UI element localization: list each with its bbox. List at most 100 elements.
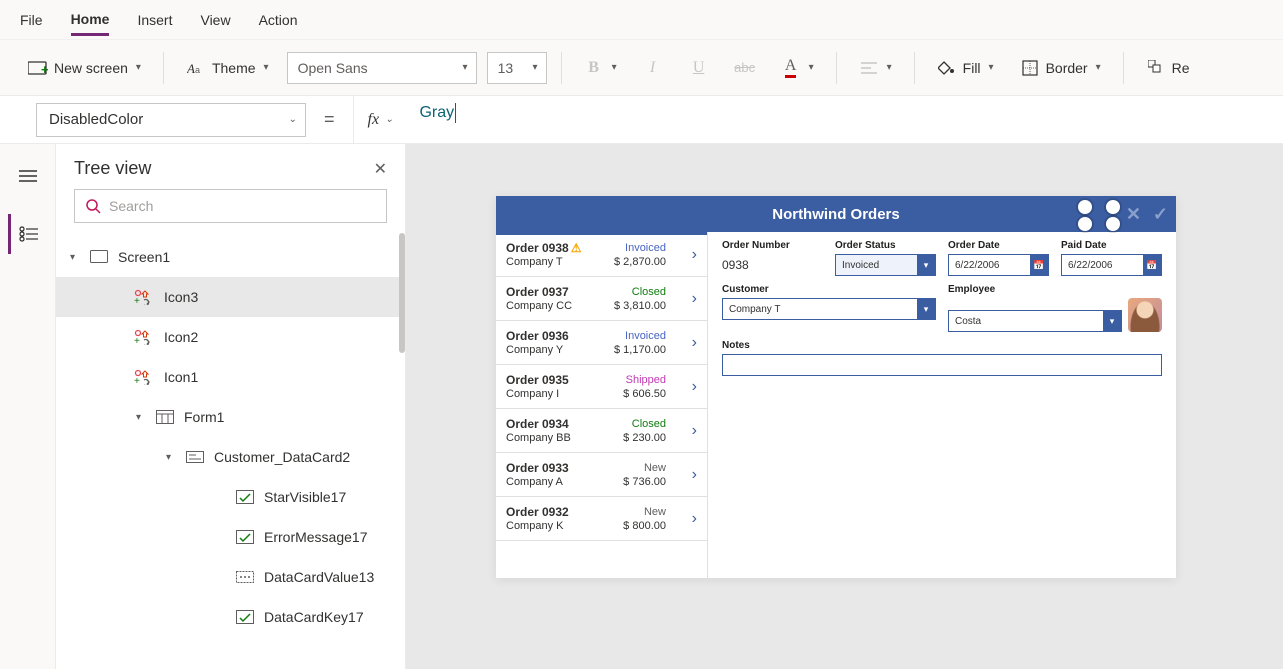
fill-button[interactable]: Fill ▾ xyxy=(929,54,1002,82)
order-status: New xyxy=(644,462,666,474)
border-icon xyxy=(1020,58,1040,78)
tree-item-errormessage17[interactable]: ErrorMessage17 xyxy=(56,517,405,557)
paid-date-input[interactable]: 6/22/2006📅 xyxy=(1061,254,1162,276)
hamburger-button[interactable] xyxy=(8,156,48,196)
chevron-right-icon: › xyxy=(692,378,697,396)
tree-item-datacardvalue13[interactable]: DataCardValue13 xyxy=(56,557,405,597)
formula-value: Gray xyxy=(419,104,454,121)
ribbon: + New screen ▾ Aa Theme ▾ Open Sans ▾ 13… xyxy=(0,40,1283,96)
strikethrough-button[interactable]: abc xyxy=(727,54,763,82)
order-item[interactable]: Order 0936InvoicedCompany Y$ 1,170.00› xyxy=(496,321,707,365)
caret-icon: ▾ xyxy=(136,412,146,423)
menu-view[interactable]: View xyxy=(200,4,230,36)
employee-avatar xyxy=(1128,298,1162,332)
formula-input[interactable]: Gray xyxy=(405,103,1283,137)
order-company: Company CC xyxy=(506,300,572,312)
close-icon[interactable]: ✕ xyxy=(374,159,387,179)
order-title: Order 0934 xyxy=(506,417,569,431)
tree-item-datacardkey17[interactable]: DataCardKey17 xyxy=(56,597,405,637)
reorder-label: Re xyxy=(1172,60,1190,76)
chevron-down-icon: ⌄ xyxy=(385,114,393,125)
tree-item-label: Icon3 xyxy=(164,289,198,305)
order-company: Company I xyxy=(506,388,559,400)
tree-panel-title: Tree view xyxy=(74,158,151,179)
font-value: Open Sans xyxy=(298,60,368,76)
tree-item-icon1[interactable]: +Icon1 xyxy=(56,357,405,397)
italic-button[interactable]: I xyxy=(635,54,671,82)
screen-icon xyxy=(88,250,110,264)
align-button[interactable]: ▾ xyxy=(851,54,900,82)
order-date-input[interactable]: 6/22/2006📅 xyxy=(948,254,1049,276)
svg-text:+: + xyxy=(134,296,140,305)
customer-select[interactable]: Company T▾ xyxy=(722,298,936,320)
order-status-select[interactable]: Invoiced▾ xyxy=(835,254,936,276)
toggle-icon xyxy=(234,530,256,544)
check-icon[interactable]: ✓ xyxy=(1153,204,1168,225)
chevron-down-icon: ▾ xyxy=(533,62,538,73)
svg-text:a: a xyxy=(195,65,200,75)
icongroup-icon: + xyxy=(134,289,156,305)
tree-item-screen1[interactable]: ▾Screen1 xyxy=(56,237,405,277)
bold-button[interactable]: B▾ xyxy=(576,54,625,82)
separator xyxy=(836,52,837,84)
border-button[interactable]: Border ▾ xyxy=(1012,54,1109,82)
menu-action[interactable]: Action xyxy=(259,4,298,36)
chevron-down-icon: ▾ xyxy=(264,62,269,73)
chevron-down-icon: ▾ xyxy=(463,62,468,73)
order-amount: $ 736.00 xyxy=(623,476,666,488)
chevron-down-icon: ▾ xyxy=(887,62,892,73)
order-list[interactable]: Order 0938⚠InvoicedCompany T$ 2,870.00›O… xyxy=(496,232,708,578)
order-item[interactable]: Order 0934ClosedCompany BB$ 230.00› xyxy=(496,409,707,453)
form-icon xyxy=(154,410,176,424)
order-item[interactable]: Order 0935ShippedCompany I$ 606.50› xyxy=(496,365,707,409)
font-color-button[interactable]: A▾ xyxy=(773,54,822,82)
tree-item-customer_datacard2[interactable]: ▾Customer_DataCard2 xyxy=(56,437,405,477)
tree-item-label: Form1 xyxy=(184,409,224,425)
fx-text: fx xyxy=(368,111,380,129)
tree-item-icon3[interactable]: + Icon3 xyxy=(56,277,405,317)
chevron-down-icon: ▾ xyxy=(917,299,935,319)
underline-icon: U xyxy=(689,58,709,78)
app-header: Northwind Orders ✕ ✓ xyxy=(496,196,1176,232)
tree-list: ▾Screen1 + Icon3 +Icon2+Icon1 ▾ Form1 ▾Custome… xyxy=(56,233,405,669)
font-size-select[interactable]: 13 ▾ xyxy=(487,52,547,84)
order-item[interactable]: Order 0932NewCompany K$ 800.00› xyxy=(496,497,707,541)
menu-insert[interactable]: Insert xyxy=(137,4,172,36)
menu-home[interactable]: Home xyxy=(71,3,110,36)
underline-button[interactable]: U xyxy=(681,54,717,82)
tree-item-starvisible17[interactable]: StarVisible17 xyxy=(56,477,405,517)
theme-button[interactable]: Aa Theme ▾ xyxy=(178,54,277,82)
order-status: Invoiced xyxy=(625,330,666,342)
chevron-right-icon: › xyxy=(692,246,697,264)
new-screen-button[interactable]: + New screen ▾ xyxy=(20,54,149,82)
search-input[interactable]: Search xyxy=(74,189,387,223)
reorder-button[interactable]: Re xyxy=(1138,54,1198,82)
scrollbar-thumb[interactable] xyxy=(399,233,405,353)
search-placeholder: Search xyxy=(109,198,153,214)
fx-label[interactable]: fx ⌄ xyxy=(353,96,394,143)
notes-input[interactable] xyxy=(722,354,1162,376)
close-icon[interactable]: ✕ xyxy=(1126,204,1141,225)
order-item[interactable]: Order 0933NewCompany A$ 736.00› xyxy=(496,453,707,497)
chevron-down-icon: ▾ xyxy=(809,62,814,73)
separator xyxy=(1123,52,1124,84)
employee-select[interactable]: Costa▾ xyxy=(948,310,1122,332)
order-item[interactable]: Order 0938⚠InvoicedCompany T$ 2,870.00› xyxy=(496,232,707,277)
order-status: Shipped xyxy=(626,374,666,386)
svg-text:+: + xyxy=(41,62,48,76)
align-icon xyxy=(859,58,879,78)
order-title: Order 0933 xyxy=(506,461,569,475)
property-select[interactable]: DisabledColor ⌄ xyxy=(36,103,306,137)
canvas[interactable]: Northwind Orders ✕ ✓ Order 0938⚠Invoiced… xyxy=(406,144,1283,669)
selection-handles[interactable] xyxy=(1078,200,1120,235)
menu-file[interactable]: File xyxy=(20,4,43,36)
menubar: File Home Insert View Action xyxy=(0,0,1283,40)
order-company: Company K xyxy=(506,520,563,532)
tree-item-form1[interactable]: ▾ Form1 xyxy=(56,397,405,437)
equals-label: = xyxy=(318,109,341,130)
tree-view-button[interactable] xyxy=(8,214,48,254)
tree-item-icon2[interactable]: +Icon2 xyxy=(56,317,405,357)
order-item[interactable]: Order 0937ClosedCompany CC$ 3,810.00› xyxy=(496,277,707,321)
chevron-down-icon: ▾ xyxy=(612,62,617,73)
font-select[interactable]: Open Sans ▾ xyxy=(287,52,477,84)
